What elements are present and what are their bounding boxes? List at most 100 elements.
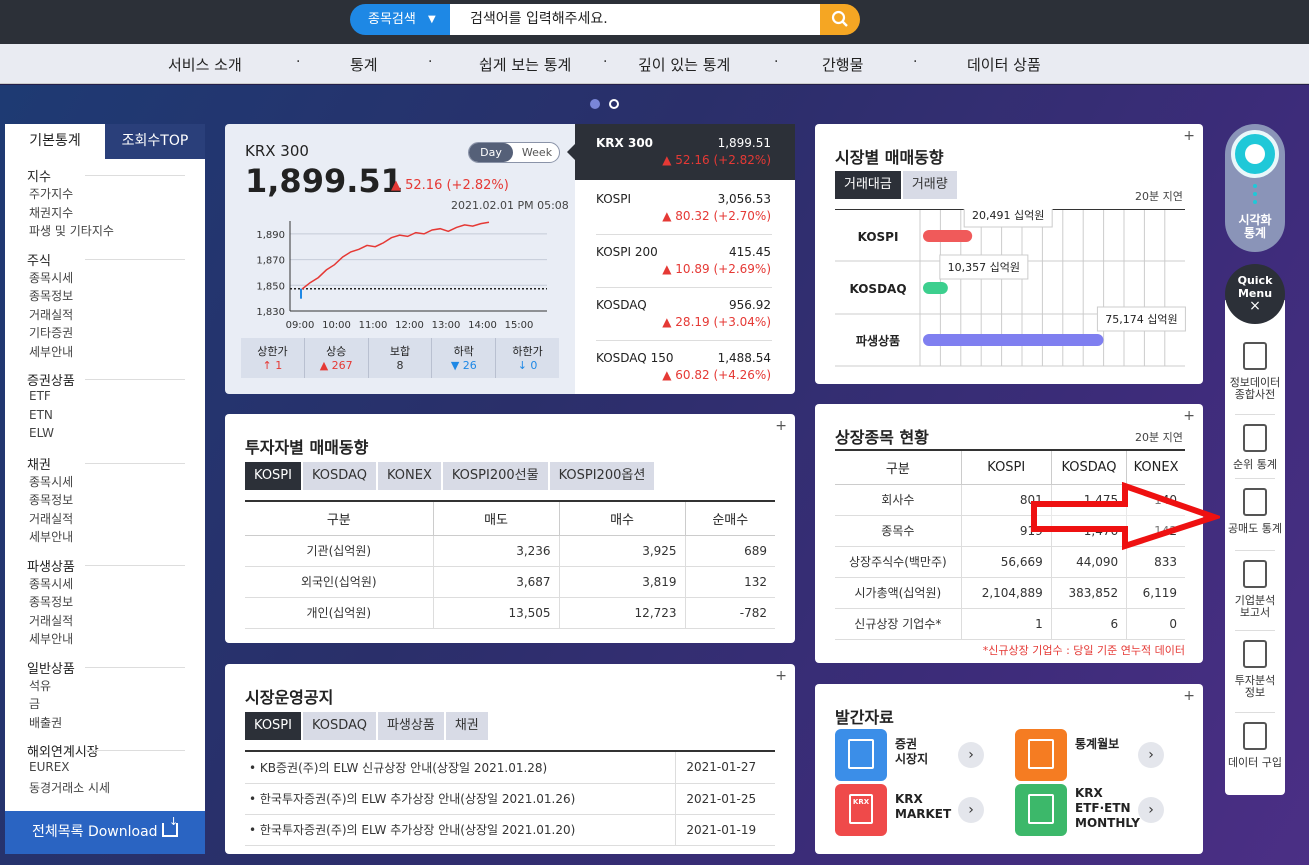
tab-top-views[interactable]: 조회수TOP: [105, 124, 205, 159]
sidebar-item[interactable]: 세부안내: [29, 528, 73, 545]
sidebar-item[interactable]: 종목정보: [29, 593, 73, 610]
search-input[interactable]: 검색어를 입력해주세요.: [450, 4, 820, 35]
expand-icon[interactable]: +: [1183, 408, 1195, 424]
publication-icon[interactable]: KRX: [835, 784, 887, 836]
sidebar-item[interactable]: 세부안내: [29, 343, 73, 360]
chevron-right-icon[interactable]: ›: [958, 742, 984, 768]
bar[interactable]: [923, 334, 1104, 346]
tab-1[interactable]: KOSDAQ: [302, 712, 376, 740]
nav-item-publications[interactable]: 간행물: [822, 54, 863, 75]
index-list-selected[interactable]: [575, 124, 795, 180]
sidebar-item[interactable]: 종목정보: [29, 287, 73, 304]
index-list-name[interactable]: KOSPI 200: [596, 245, 658, 259]
data-purchase-icon[interactable]: [1243, 722, 1267, 750]
notice-row[interactable]: • 한국투자증권(주)의 ELW 추가상장 안내(상장일 2021.01.26)…: [245, 783, 775, 815]
tab-4[interactable]: KOSPI200옵션: [549, 462, 655, 490]
tab-2[interactable]: 파생상품: [377, 712, 444, 740]
index-list-name[interactable]: KOSDAQ: [596, 298, 647, 312]
download-all-button[interactable]: 전체목록 Download ↓: [5, 811, 205, 854]
sidebar-group-2[interactable]: 증권상품: [27, 370, 75, 389]
search-button[interactable]: [820, 4, 860, 35]
sidebar-item[interactable]: 거래실적: [29, 510, 73, 527]
sidebar-item[interactable]: 주가지수: [29, 185, 73, 202]
nav-item-easy-stats[interactable]: 쉽게 보는 통계: [479, 54, 571, 75]
sidebar-item[interactable]: 세부안내: [29, 630, 73, 647]
quick-menu-item[interactable]: 정보데이터 종합사전: [1225, 377, 1285, 401]
visual-stats-button[interactable]: 시각화 통계: [1225, 124, 1285, 252]
sidebar-item[interactable]: 동경거래소 시세: [29, 779, 110, 796]
dictionary-icon[interactable]: [1243, 342, 1267, 370]
index-list-name[interactable]: KOSPI: [596, 192, 631, 206]
report-icon[interactable]: [1243, 560, 1267, 588]
quick-menu-item[interactable]: 순위 통계: [1225, 459, 1285, 471]
database-search-icon[interactable]: [1243, 488, 1267, 516]
tab-3[interactable]: 채권: [445, 712, 488, 740]
pager-dot-2[interactable]: [609, 99, 619, 109]
notice-text[interactable]: • 한국투자증권(주)의 ELW 추가상장 안내(상장일 2021.01.26): [245, 783, 675, 815]
sidebar-group-5[interactable]: 일반상품: [27, 658, 75, 677]
ranking-icon[interactable]: [1243, 424, 1267, 452]
sidebar-group-0[interactable]: 지수: [27, 166, 51, 185]
nav-item-stats[interactable]: 통계: [350, 54, 378, 75]
tab-0[interactable]: KOSPI: [245, 462, 301, 490]
publication-label[interactable]: 통계월보: [1075, 737, 1119, 752]
expand-icon[interactable]: +: [1183, 128, 1195, 144]
notice-row[interactable]: • KB증권(주)의 ELW 신규상장 안내(상장일 2021.01.28) 20…: [245, 752, 775, 784]
search-category-select[interactable]: 종목검색 ▼: [350, 4, 450, 35]
sidebar-item[interactable]: 석유: [29, 677, 51, 694]
sidebar-item[interactable]: 종목시세: [29, 473, 73, 490]
expand-icon[interactable]: +: [775, 418, 787, 434]
sidebar-item[interactable]: 거래실적: [29, 612, 73, 629]
publication-label[interactable]: 증권 시장지: [895, 737, 928, 767]
sidebar-item[interactable]: 배출권: [29, 714, 62, 731]
nav-item-service[interactable]: 서비스 소개: [168, 54, 242, 75]
bar[interactable]: [923, 282, 948, 294]
notice-row[interactable]: • 한국투자증권(주)의 ELW 추가상장 안내(상장일 2021.01.20)…: [245, 814, 775, 846]
quick-menu-item[interactable]: 투자분석 정보: [1225, 675, 1285, 699]
chevron-right-icon[interactable]: ›: [1138, 742, 1164, 768]
tab-trade-volume[interactable]: 거래량: [902, 171, 957, 199]
sidebar-group-1[interactable]: 주식: [27, 250, 51, 269]
notice-text[interactable]: • KB증권(주)의 ELW 신규상장 안내(상장일 2021.01.28): [245, 752, 675, 784]
sidebar-group-3[interactable]: 채권: [27, 454, 51, 473]
sidebar-item[interactable]: 거래실적: [29, 306, 73, 323]
quick-menu-item[interactable]: 데이터 구입: [1225, 757, 1285, 769]
publication-icon[interactable]: [1015, 784, 1067, 836]
tab-2[interactable]: KONEX: [377, 462, 441, 490]
nav-item-deep-stats[interactable]: 깊이 있는 통계: [638, 54, 730, 75]
publication-icon[interactable]: [1015, 729, 1067, 781]
chevron-right-icon[interactable]: ›: [1138, 797, 1164, 823]
toggle-week[interactable]: Week: [515, 143, 559, 162]
index-list-name[interactable]: KRX 300: [596, 136, 653, 150]
quick-menu-item[interactable]: 기업분석 보고서: [1225, 595, 1285, 619]
quick-menu-item[interactable]: 공매도 통계: [1225, 523, 1285, 535]
sidebar-item[interactable]: 파생 및 기타지수: [29, 222, 114, 239]
toggle-day[interactable]: Day: [469, 143, 513, 162]
sidebar-group-4[interactable]: 파생상품: [27, 556, 75, 575]
index-list-name[interactable]: KOSDAQ 150: [596, 351, 673, 365]
sidebar-item[interactable]: 종목정보: [29, 491, 73, 508]
publication-label[interactable]: KRX ETF·ETN MONTHLY: [1075, 786, 1140, 831]
sidebar-item[interactable]: 금: [29, 695, 40, 712]
tab-1[interactable]: KOSDAQ: [302, 462, 376, 490]
quick-menu-toggle[interactable]: Quick Menu ×: [1225, 264, 1285, 324]
tab-basic-stats[interactable]: 기본통계: [5, 124, 105, 159]
nav-item-data-products[interactable]: 데이터 상품: [967, 54, 1041, 75]
tab-3[interactable]: KOSPI200선물: [442, 462, 548, 490]
tab-0[interactable]: KOSPI: [245, 712, 301, 740]
expand-icon[interactable]: +: [1183, 688, 1195, 704]
sidebar-item[interactable]: 종목시세: [29, 269, 73, 286]
publication-icon[interactable]: [835, 729, 887, 781]
chevron-right-icon[interactable]: ›: [958, 797, 984, 823]
sidebar-item[interactable]: EUREX: [29, 760, 70, 774]
pager-dot-1[interactable]: [590, 99, 600, 109]
sidebar-item[interactable]: 기타증권: [29, 324, 73, 341]
sidebar-item[interactable]: ETN: [29, 408, 53, 422]
notice-text[interactable]: • 한국투자증권(주)의 ELW 추가상장 안내(상장일 2021.01.20): [245, 814, 675, 846]
tab-trade-value[interactable]: 거래대금: [835, 171, 901, 199]
sidebar-item[interactable]: 종목시세: [29, 575, 73, 592]
bar[interactable]: [923, 230, 973, 242]
publication-label[interactable]: KRX MARKET: [895, 792, 951, 822]
expand-icon[interactable]: +: [775, 668, 787, 684]
sidebar-item[interactable]: ETF: [29, 389, 51, 403]
